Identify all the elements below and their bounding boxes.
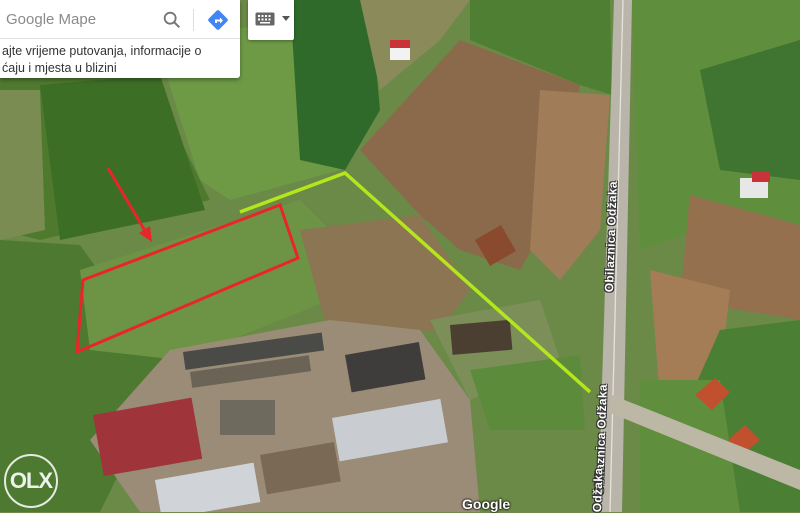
keyboard-button[interactable] <box>248 0 294 40</box>
search-icon[interactable] <box>161 9 183 31</box>
olx-watermark: OLX <box>4 454 58 508</box>
hint-line-2: ćaju i mjesta u blizini <box>2 61 117 75</box>
road-label-bottom: Odžaka <box>590 467 606 513</box>
chevron-down-icon[interactable] <box>282 16 290 21</box>
divider <box>193 9 194 31</box>
search-input[interactable] <box>6 9 146 29</box>
directions-icon[interactable] <box>206 8 230 32</box>
google-attribution: Google <box>462 496 511 512</box>
search-hint: ajte vrijeme putovanja, informacije o ća… <box>2 43 236 77</box>
search-box <box>0 0 240 39</box>
keyboard-icon <box>255 12 275 26</box>
search-card: ajte vrijeme putovanja, informacije o ća… <box>0 0 240 78</box>
hint-line-1: ajte vrijeme putovanja, informacije o <box>2 44 202 58</box>
